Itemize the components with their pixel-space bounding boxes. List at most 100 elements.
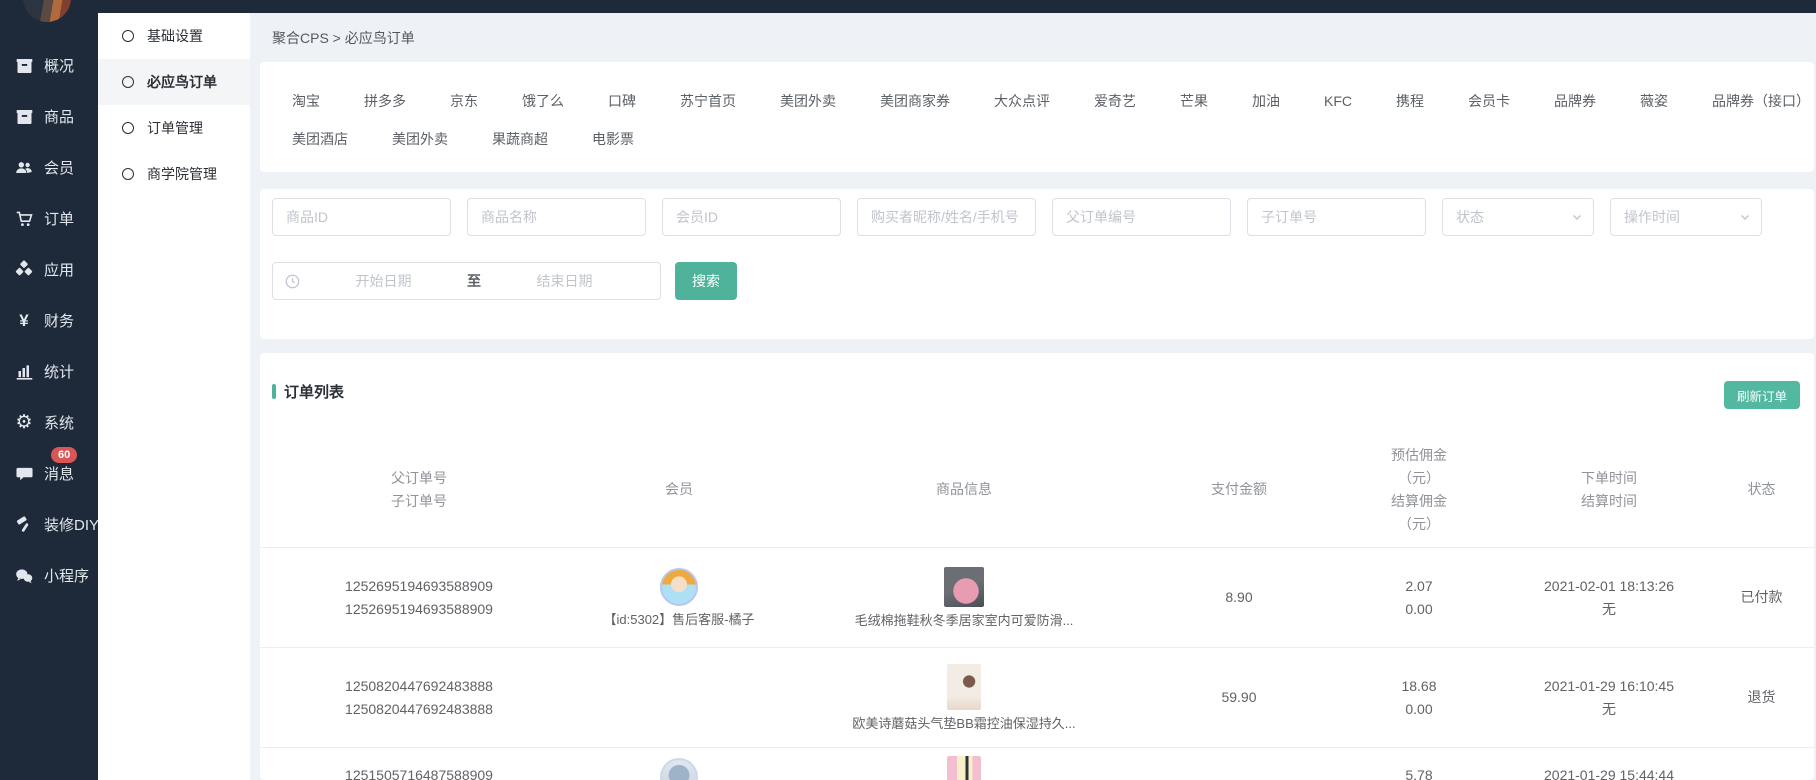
- admin-screen: 概况 商品 会员 订单: [0, 0, 1816, 780]
- system-gear-icon: ⚙: [13, 413, 35, 433]
- operation-time-select-value: 操作时间: [1624, 207, 1680, 227]
- channel-tabs-row-2: 美团酒店 美团外卖 果蔬商超 电影票: [292, 120, 1794, 158]
- table-header-row: 父订单号子订单号 会员 商品信息 支付金额 预估佣金（元） 结算佣金（元） 下单…: [260, 402, 1814, 548]
- channel-tab[interactable]: 口碑: [608, 91, 636, 111]
- times-cell: 2021-02-01 18:13:26 无: [1484, 575, 1734, 621]
- channel-tab[interactable]: 大众点评: [994, 91, 1050, 111]
- sidebar-item-decorate-diy[interactable]: 装修DIY: [0, 499, 98, 550]
- submenu-item-basic-settings[interactable]: 基础设置: [98, 13, 250, 59]
- sidebar-item-orders[interactable]: 订单: [0, 193, 98, 244]
- product-image: [947, 756, 981, 780]
- sub-order-id: 1250820447692483888: [284, 698, 554, 721]
- sidebar-item-finance[interactable]: ¥ 财务: [0, 295, 98, 346]
- chevron-down-icon: [1739, 211, 1751, 223]
- channel-tab[interactable]: 美团商家券: [880, 91, 950, 111]
- channel-tab[interactable]: 薇姿: [1640, 91, 1668, 111]
- decorate-hammer-icon: [13, 515, 35, 535]
- sidebar-item-messages[interactable]: 60 消息: [0, 448, 98, 499]
- filter-row-1: 状态 操作时间: [272, 198, 1802, 236]
- refresh-orders-button[interactable]: 刷新订单: [1724, 381, 1800, 409]
- finance-yen-icon: ¥: [13, 311, 35, 331]
- channel-tab[interactable]: 加油: [1252, 91, 1280, 111]
- parent-order-no-input[interactable]: [1052, 198, 1231, 236]
- sidebar-item-label: 装修DIY: [44, 514, 99, 535]
- search-button[interactable]: 搜索: [675, 262, 737, 300]
- sidebar-item-label: 小程序: [44, 565, 89, 586]
- parent-order-id: 1250820447692483888: [284, 675, 554, 698]
- product-cell: 欧美诗蘑菇头气垫BB霜控油保湿持久...: [804, 664, 1124, 732]
- sidebar-item-overview[interactable]: 概况: [0, 40, 98, 91]
- channel-tab[interactable]: 携程: [1396, 91, 1424, 111]
- product-cell: 毛绒棉拖鞋秋冬季居家室内可爱防滑...: [804, 567, 1124, 629]
- channel-tab[interactable]: 京东: [450, 91, 478, 111]
- sidebar-item-label: 应用: [44, 259, 74, 280]
- chevron-down-icon: [1571, 211, 1583, 223]
- commission-cell: 2.07 0.00: [1354, 575, 1484, 621]
- status-select[interactable]: 状态: [1442, 198, 1594, 236]
- sidebar-item-stats[interactable]: 统计: [0, 346, 98, 397]
- channel-tab[interactable]: 美团外卖: [392, 129, 448, 149]
- order-list-panel: 订单列表 刷新订单 父订单号子订单号 会员 商品信息 支付金额 预估佣金（元） …: [260, 353, 1814, 780]
- date-range-picker[interactable]: 开始日期 至 结束日期: [272, 262, 661, 300]
- sidebar-item-miniprogram[interactable]: 小程序: [0, 550, 98, 601]
- channel-tab[interactable]: 淘宝: [292, 91, 320, 111]
- operation-time-select[interactable]: 操作时间: [1610, 198, 1762, 236]
- sidebar-item-label: 消息: [44, 463, 74, 484]
- start-date-placeholder[interactable]: 开始日期: [300, 271, 467, 291]
- channel-tab[interactable]: 美团外卖: [780, 91, 836, 111]
- circle-icon: [122, 30, 134, 42]
- sidebar-item-system[interactable]: ⚙ 系统: [0, 397, 98, 448]
- submenu-item-label: 基础设置: [147, 26, 203, 46]
- submenu-item-bingniao-orders[interactable]: 必应鸟订单: [98, 59, 250, 105]
- channel-tab[interactable]: 会员卡: [1468, 91, 1510, 111]
- times-cell: 2021-01-29 16:10:45 无: [1484, 675, 1734, 721]
- channel-tab[interactable]: 爱奇艺: [1094, 91, 1136, 111]
- channel-tab[interactable]: 美团酒店: [292, 129, 348, 149]
- primary-sidebar: 概况 商品 会员 订单: [0, 0, 98, 780]
- parent-order-id: 1252695194693588909: [284, 575, 554, 598]
- sidebar-item-label: 系统: [44, 412, 74, 433]
- channel-tab[interactable]: 品牌券: [1554, 91, 1596, 111]
- submenu-item-academy-management[interactable]: 商学院管理: [98, 151, 250, 197]
- channel-tab[interactable]: 饿了么: [522, 91, 564, 111]
- settled-commission: 0.00: [1354, 598, 1484, 621]
- sidebar-item-apps[interactable]: 应用: [0, 244, 98, 295]
- breadcrumb[interactable]: 聚合CPS > 必应鸟订单: [250, 13, 1816, 62]
- end-date-placeholder[interactable]: 结束日期: [481, 271, 648, 291]
- column-header-amount: 支付金额: [1124, 478, 1354, 501]
- estimated-commission: 2.07: [1354, 575, 1484, 598]
- product-id-input[interactable]: [272, 198, 451, 236]
- member-name: 【id:5302】售后客服-橘子: [604, 611, 755, 628]
- sub-order-no-input[interactable]: [1247, 198, 1426, 236]
- column-header-commission: 预估佣金（元） 结算佣金（元）: [1354, 444, 1484, 536]
- channel-tab[interactable]: 电影票: [592, 129, 634, 149]
- submenu-item-label: 商学院管理: [147, 164, 217, 184]
- estimated-commission: 5.78: [1354, 764, 1484, 780]
- member-cell: [554, 764, 804, 780]
- clock-icon: [285, 274, 300, 289]
- sidebar-item-label: 商品: [44, 106, 74, 127]
- status-cell: 已付款: [1734, 586, 1789, 609]
- times-cell: 2021-01-29 15:44:44: [1484, 764, 1734, 780]
- channel-tab[interactable]: 品牌券（接口）: [1712, 91, 1810, 111]
- circle-icon: [122, 76, 134, 88]
- sidebar-item-products[interactable]: 商品: [0, 91, 98, 142]
- channel-tab[interactable]: 芒果: [1180, 91, 1208, 111]
- column-header-product: 商品信息: [804, 478, 1124, 501]
- channel-tab[interactable]: 拼多多: [364, 91, 406, 111]
- channel-tab[interactable]: 苏宁首页: [680, 91, 736, 111]
- product-name-input[interactable]: [467, 198, 646, 236]
- member-id-input[interactable]: [662, 198, 841, 236]
- apps-cubes-icon: [13, 260, 35, 280]
- column-header-order-ids: 父订单号子订单号: [284, 467, 554, 513]
- channel-tabs-panel: 淘宝拼多多京东饿了么口碑苏宁首页美团外卖美团商家券大众点评爱奇艺芒果加油KFC携…: [260, 62, 1814, 172]
- buyer-input[interactable]: [857, 198, 1036, 236]
- product-image: [944, 567, 984, 607]
- table-row: 1252695194693588909 1252695194693588909 …: [260, 548, 1814, 648]
- submenu-item-order-management[interactable]: 订单管理: [98, 105, 250, 151]
- channel-tab[interactable]: 果蔬商超: [492, 129, 548, 149]
- sidebar-item-members[interactable]: 会员: [0, 142, 98, 193]
- parent-order-id: 1251505716487588909: [284, 764, 554, 780]
- channel-tab[interactable]: KFC: [1324, 93, 1352, 109]
- primary-nav: 概况 商品 会员 订单: [0, 0, 98, 601]
